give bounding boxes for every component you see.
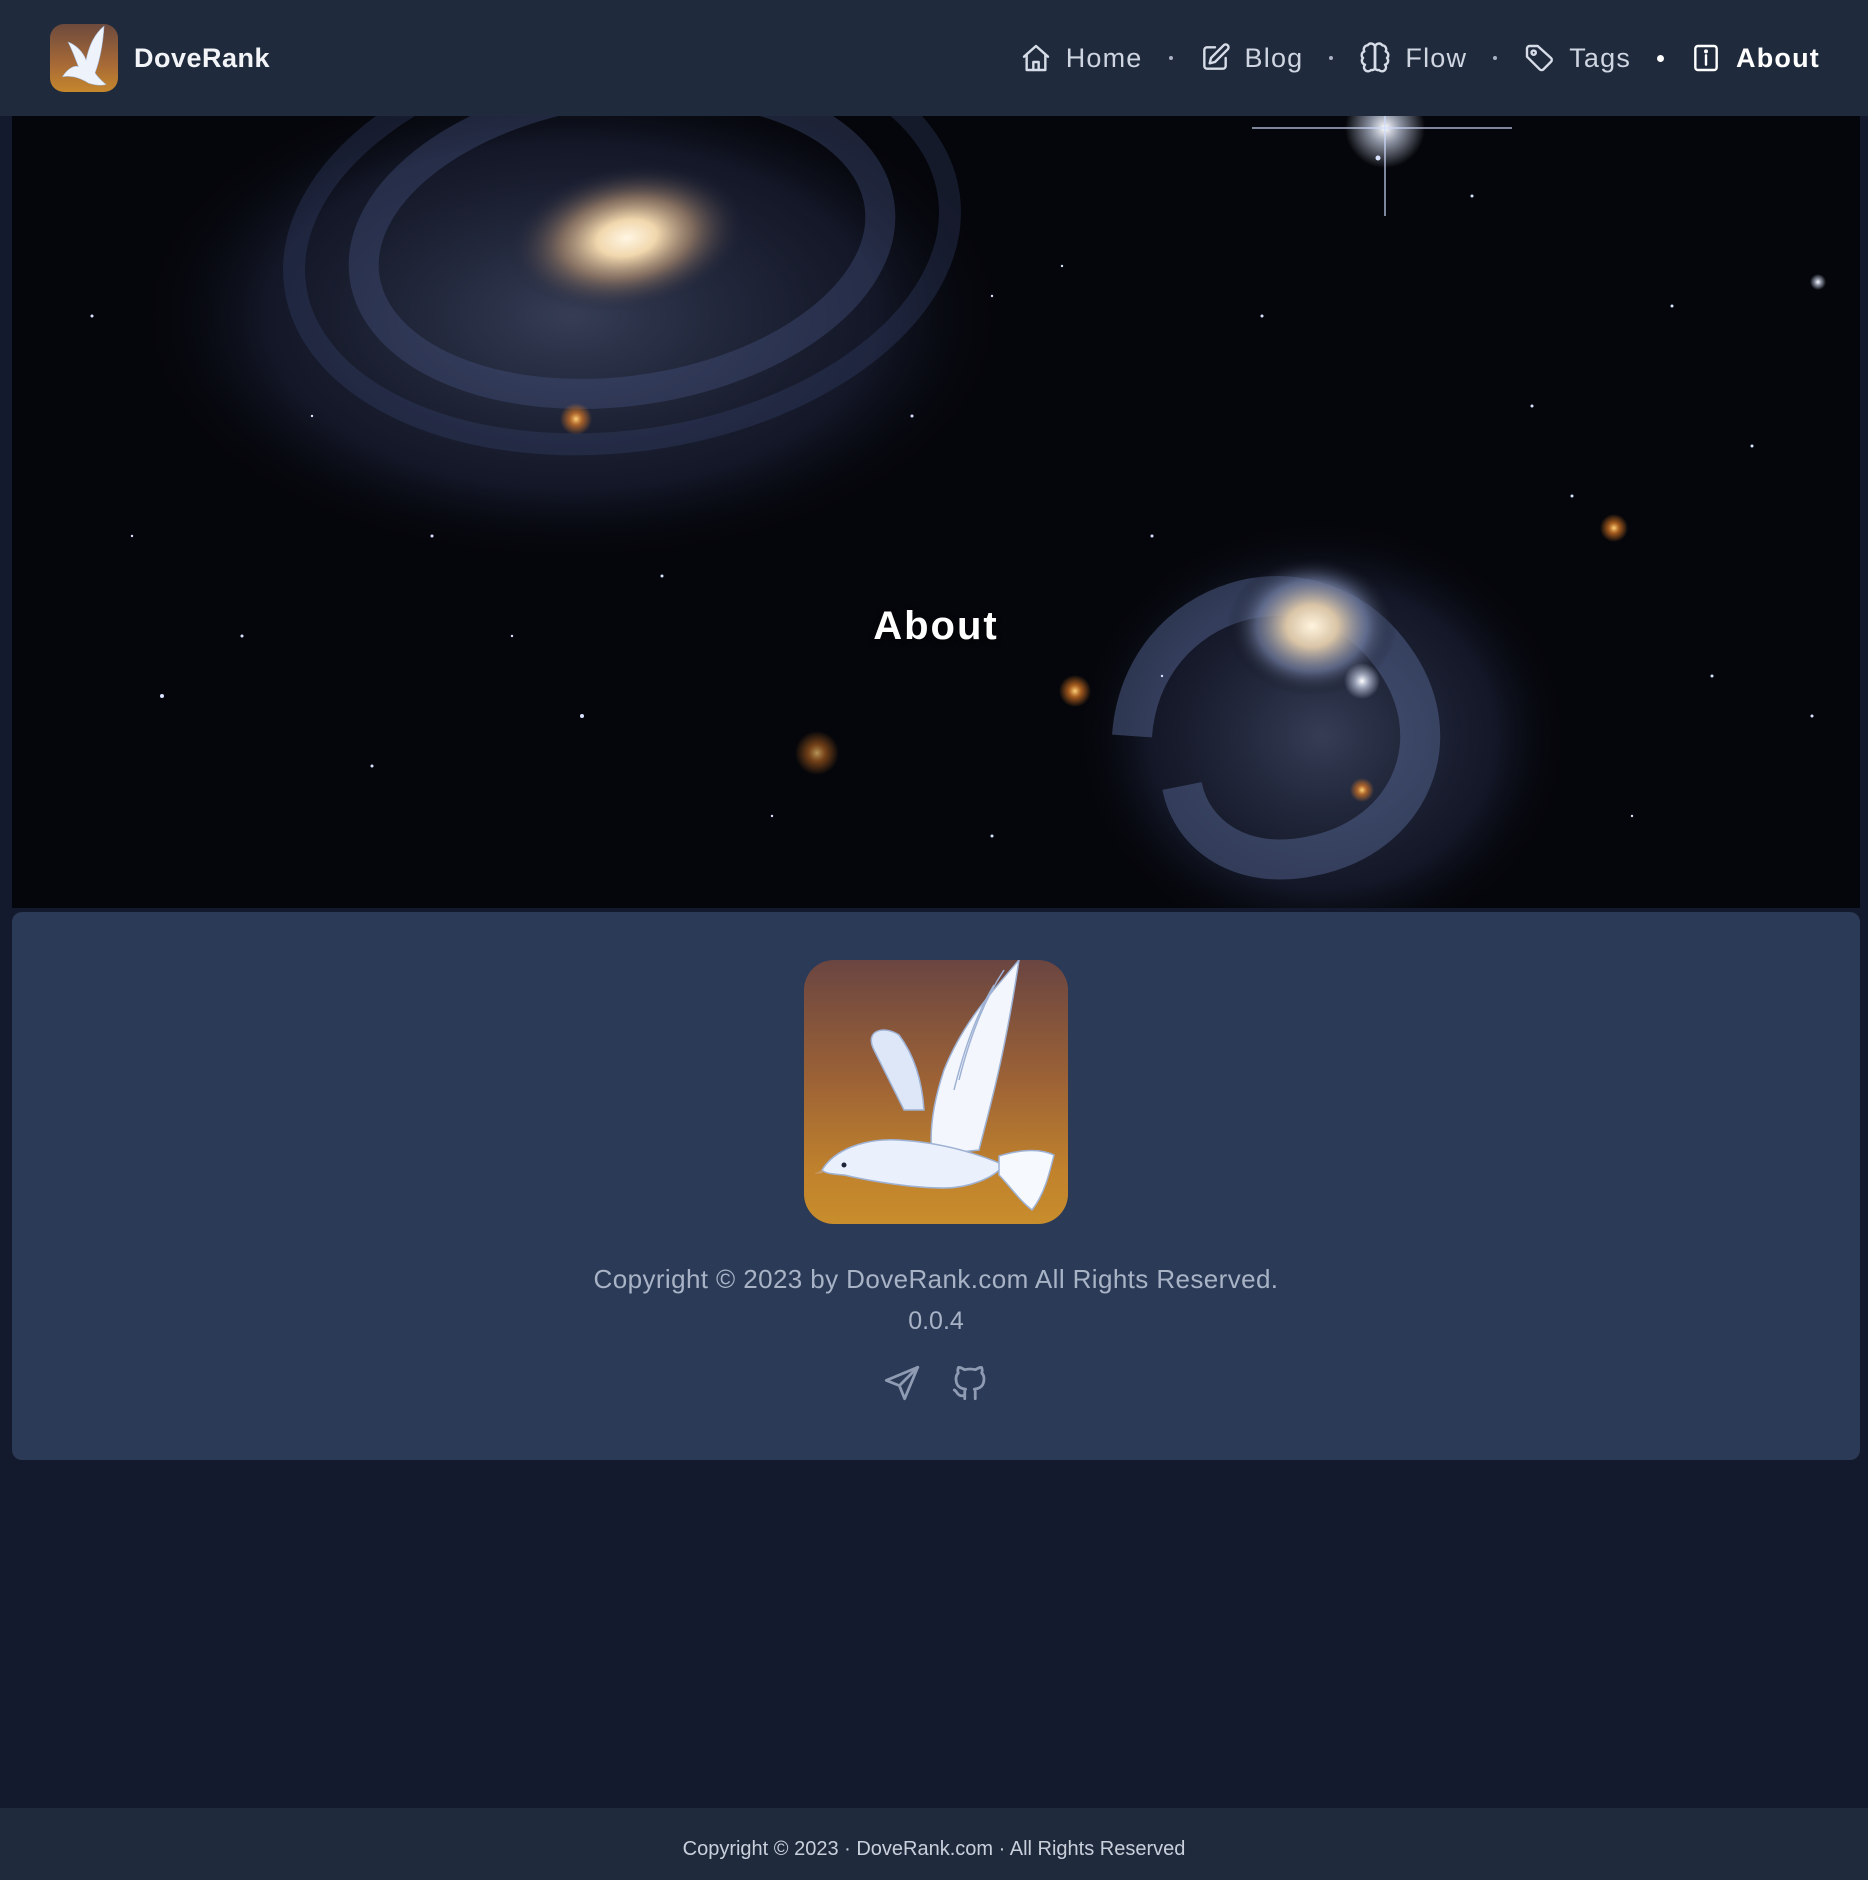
nav-blog[interactable]: Blog [1199, 42, 1304, 74]
dove-logo-icon [50, 24, 118, 92]
nav-flow-label: Flow [1405, 42, 1468, 73]
nav-separator [1329, 56, 1334, 60]
copyright-text: Copyright © 2023 by DoveRank.com All Rig… [593, 1264, 1279, 1294]
nav-about[interactable]: About [1690, 42, 1820, 74]
about-card: Copyright © 2023 by DoveRank.com All Rig… [12, 912, 1860, 1460]
home-icon [1022, 44, 1049, 72]
nav-separator-active [1657, 54, 1665, 62]
main-nav: Home Blog Flow Tags About [1020, 42, 1820, 74]
footer-text: Copyright © 2023 · DoveRank.com · All Ri… [682, 1838, 1186, 1860]
dove-logo-icon [804, 960, 1068, 1224]
hero-banner: About [12, 116, 1860, 908]
social-links [881, 1362, 991, 1404]
galaxies-image [12, 116, 1860, 908]
site-footer: Copyright © 2023 · DoveRank.com · All Ri… [0, 1808, 1868, 1880]
brand-name: DoveRank [134, 42, 271, 73]
edit-icon [1202, 43, 1230, 70]
nav-separator [1493, 56, 1498, 60]
github-icon[interactable] [949, 1362, 991, 1404]
version-text: 0.0.4 [908, 1307, 964, 1335]
nav-about-label: About [1736, 42, 1820, 73]
page-title: About [873, 604, 999, 648]
brand-link[interactable]: DoveRank [50, 24, 270, 92]
brain-icon [1360, 42, 1390, 73]
send-icon[interactable] [881, 1362, 923, 1404]
nav-flow[interactable]: Flow [1359, 42, 1467, 74]
info-icon [1694, 44, 1718, 72]
nav-blog-label: Blog [1244, 42, 1304, 73]
tag-icon [1525, 44, 1554, 72]
site-header: DoveRank Home Blog Flow Tags About [0, 0, 1868, 116]
nav-home[interactable]: Home [1020, 42, 1143, 74]
nav-home-label: Home [1065, 42, 1143, 73]
nav-tags-label: Tags [1569, 42, 1632, 73]
nav-separator [1168, 56, 1173, 60]
nav-tags[interactable]: Tags [1523, 42, 1631, 74]
